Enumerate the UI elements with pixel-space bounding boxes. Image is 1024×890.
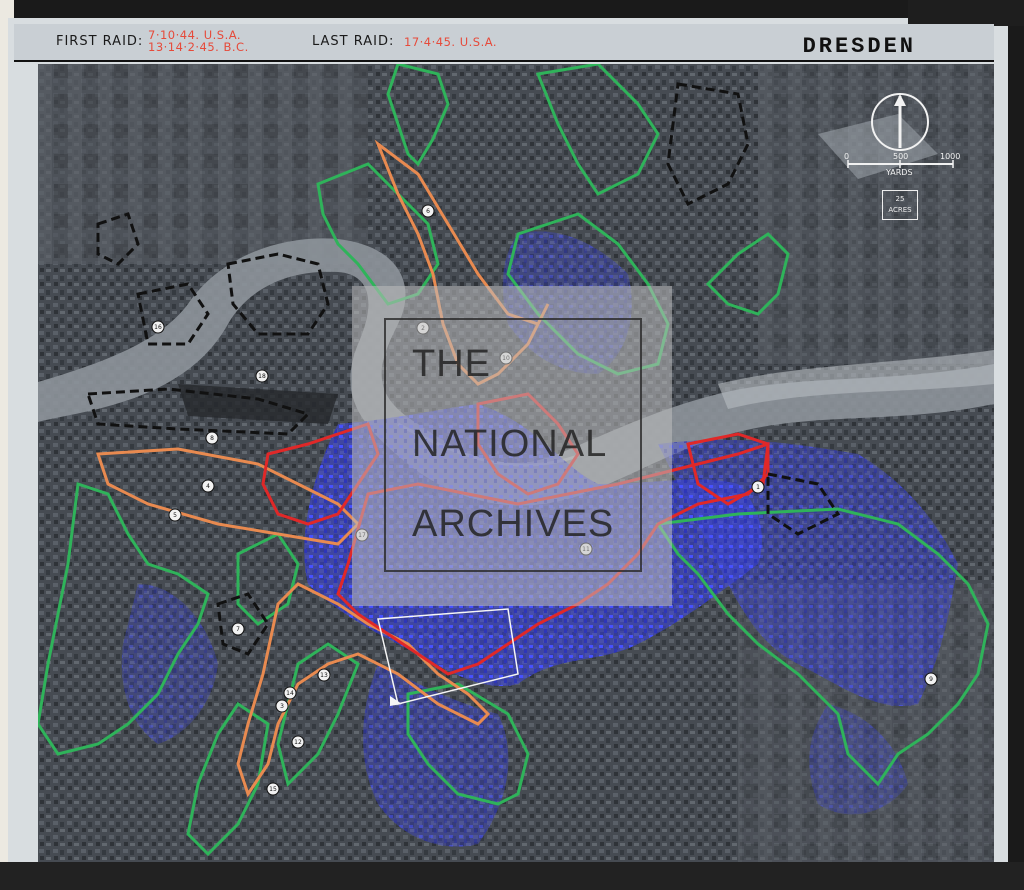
zone-label-1: 1: [756, 484, 760, 491]
scale-tick-0: 0: [844, 152, 850, 161]
zone-label-9: 9: [929, 676, 933, 683]
map-header: FIRST RAID: 7·10·44. U.S.A. 13·14·2·45. …: [14, 24, 994, 62]
fields-nw: [38, 64, 368, 264]
watermark-line-2: NATIONAL: [412, 423, 608, 465]
scale-unit: YARDS: [886, 168, 913, 177]
bottom-edge: [0, 862, 1024, 890]
last-raid-date: 17·4·45. U.S.A.: [404, 35, 498, 49]
city-title: DRESDEN: [802, 34, 916, 59]
acres-value: 25: [895, 195, 905, 203]
acres-scale-box: 25 ACRES: [882, 190, 918, 220]
last-raid-label: LAST RAID:: [312, 34, 395, 49]
zone-label-16: 16: [154, 324, 162, 331]
zone-label-18: 18: [258, 373, 266, 380]
zone-label-8: 8: [210, 435, 214, 442]
zone-label-12: 12: [294, 739, 302, 746]
acres-unit: ACRES: [888, 206, 912, 214]
first-raid-label: FIRST RAID:: [56, 34, 144, 49]
zone-label-3: 3: [280, 703, 284, 710]
watermark-line-1: THE: [412, 343, 491, 385]
zone-label-5: 5: [173, 512, 177, 519]
zone-label-4: 4: [206, 483, 210, 490]
archive-watermark: THE NATIONAL ARCHIVES: [352, 286, 672, 606]
zone-label-14: 14: [286, 690, 294, 697]
first-raid-date-2: 13·14·2·45. B.C.: [148, 40, 249, 54]
top-right-clip: [908, 0, 1024, 26]
zone-label-7: 7: [236, 626, 240, 633]
zone-label-13: 13: [320, 672, 328, 679]
scale-tick-500: 500: [893, 152, 909, 161]
zone-label-6: 6: [426, 208, 430, 215]
watermark-line-3: ARCHIVES: [412, 503, 615, 545]
scale-tick-1000: 1000: [940, 152, 961, 161]
zone-label-15: 15: [269, 786, 277, 793]
